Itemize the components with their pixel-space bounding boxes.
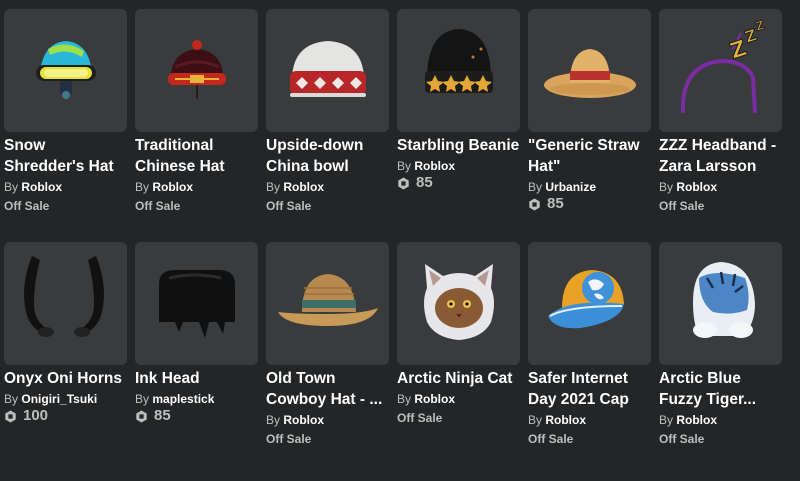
item-status: Off Sale (397, 411, 443, 425)
item-thumbnail[interactable] (4, 242, 127, 365)
item-price: 85 (528, 196, 651, 211)
tiger-hood-icon (693, 262, 755, 338)
item-status: Off Sale (528, 432, 574, 446)
item-thumbnail[interactable] (266, 9, 389, 132)
item-creator[interactable]: By Urbanize (528, 180, 651, 194)
item-name[interactable]: Onyx Oni Horns (4, 368, 127, 389)
item-thumbnail[interactable] (4, 9, 127, 132)
item-name[interactable]: Upside-down China bowl (266, 135, 389, 177)
item-name[interactable]: "Generic Straw Hat" (528, 135, 651, 177)
item-name[interactable]: Traditional Chinese Hat (135, 135, 258, 177)
item-name[interactable]: Arctic Ninja Cat (397, 368, 520, 389)
item-name[interactable]: Snow Shredder's Hat (4, 135, 127, 177)
item-status: Off Sale (135, 199, 181, 213)
item-status: Off Sale (659, 199, 705, 213)
item-card[interactable]: Snow Shredder's Hat By Roblox Off Sale (4, 9, 127, 239)
globe-cap-icon (548, 270, 624, 329)
chinese-hat-icon (168, 40, 226, 99)
item-card[interactable]: Ink Head By maplestick 85 (135, 242, 258, 472)
item-thumbnail[interactable] (528, 242, 651, 365)
item-price: 85 (135, 408, 258, 423)
item-status: Off Sale (659, 432, 705, 446)
straw-hat-icon (544, 49, 636, 98)
item-status: Off Sale (266, 199, 312, 213)
item-card[interactable]: Arctic Ninja Cat By Roblox Off Sale (397, 242, 520, 472)
cowboy-hat-icon (278, 274, 378, 326)
item-name[interactable]: Arctic Blue Fuzzy Tiger... (659, 368, 782, 410)
item-thumbnail[interactable] (397, 242, 520, 365)
star-beanie-icon (425, 29, 493, 93)
robux-icon (136, 409, 147, 423)
item-thumbnail[interactable] (397, 9, 520, 132)
item-name[interactable]: ZZZ Headband - Zara Larsson (659, 135, 782, 177)
item-name[interactable]: Safer Internet Day 2021 Cap (528, 368, 651, 410)
item-thumbnail[interactable] (135, 242, 258, 365)
item-creator[interactable]: By Roblox (4, 180, 127, 194)
item-creator[interactable]: By Roblox (266, 413, 389, 427)
item-name[interactable]: Ink Head (135, 368, 258, 389)
oni-horns-icon (24, 256, 104, 337)
item-status: Off Sale (266, 432, 312, 446)
item-creator[interactable]: By Roblox (266, 180, 389, 194)
item-name[interactable]: Old Town Cowboy Hat - ... (266, 368, 389, 410)
robux-icon (529, 197, 540, 211)
item-creator[interactable]: By Roblox (397, 159, 520, 173)
bowl-hat-icon (290, 41, 366, 97)
item-card[interactable]: Starbling Beanie By Roblox 85 (397, 9, 520, 239)
item-card[interactable]: Safer Internet Day 2021 Cap By Roblox Of… (528, 242, 651, 472)
item-name[interactable]: Starbling Beanie (397, 135, 520, 156)
item-card[interactable]: Onyx Oni Horns By Onigiri_Tsuki 100 (4, 242, 127, 472)
item-card[interactable]: Upside-down China bowl By Roblox Off Sal… (266, 9, 389, 239)
zzz-headband-icon: Z Z Z (680, 17, 767, 114)
item-creator[interactable]: By Roblox (397, 392, 520, 406)
item-creator[interactable]: By Roblox (659, 180, 782, 194)
item-creator[interactable]: By Roblox (528, 413, 651, 427)
item-status: Off Sale (4, 199, 50, 213)
ninja-cat-hood-icon (424, 264, 494, 340)
item-card[interactable]: "Generic Straw Hat" By Urbanize 85 (528, 9, 651, 239)
item-creator[interactable]: By Roblox (659, 413, 782, 427)
catalog-row: Snow Shredder's Hat By Roblox Off Sale T… (4, 9, 796, 239)
svg-text:Z: Z (754, 18, 767, 34)
item-creator[interactable]: By maplestick (135, 392, 258, 406)
snow-goggle-helmet-icon (36, 41, 96, 99)
item-creator[interactable]: By Onigiri_Tsuki (4, 392, 127, 406)
catalog-row: Onyx Oni Horns By Onigiri_Tsuki 100 Ink … (4, 242, 796, 472)
item-thumbnail[interactable] (659, 242, 782, 365)
item-thumbnail[interactable] (528, 9, 651, 132)
item-thumbnail[interactable] (266, 242, 389, 365)
item-thumbnail[interactable]: Z Z Z (659, 9, 782, 132)
item-thumbnail[interactable] (135, 9, 258, 132)
item-price: 85 (397, 175, 520, 190)
robux-icon (5, 409, 16, 423)
robux-icon (398, 176, 409, 190)
item-creator[interactable]: By Roblox (135, 180, 258, 194)
item-card[interactable]: Arctic Blue Fuzzy Tiger... By Roblox Off… (659, 242, 782, 472)
item-price: 100 (4, 408, 127, 423)
item-card[interactable]: Traditional Chinese Hat By Roblox Off Sa… (135, 9, 258, 239)
item-card[interactable]: Old Town Cowboy Hat - ... By Roblox Off … (266, 242, 389, 472)
ink-head-icon (159, 270, 235, 338)
item-card[interactable]: Z Z Z ZZZ Headband - Zara Larsson By Rob… (659, 9, 782, 239)
